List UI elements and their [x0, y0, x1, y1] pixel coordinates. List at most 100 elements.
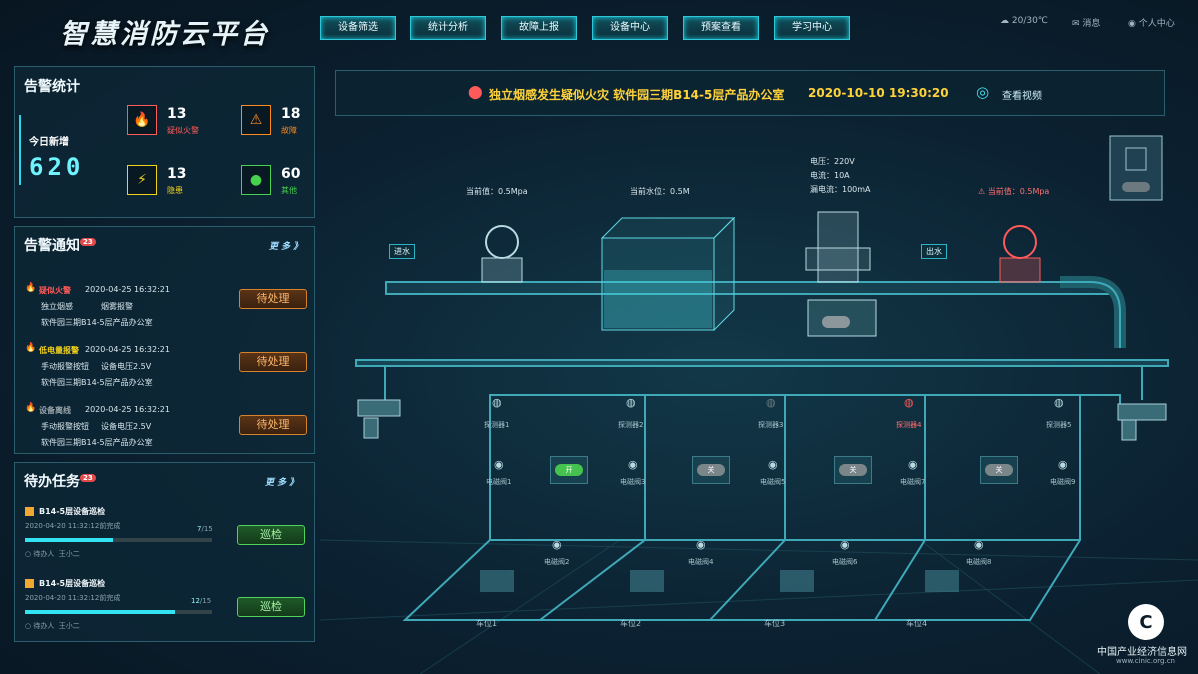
- alarm-stats-title: 告警统计: [24, 79, 80, 95]
- detector-label-0: 探测器1: [484, 421, 510, 429]
- valve-top-icon-3: ◉: [908, 458, 918, 471]
- valve-bottom-icon-2: ◉: [840, 538, 850, 551]
- control-box: [1109, 135, 1163, 201]
- stat-icon-1: ⚠: [241, 105, 271, 135]
- pressure-gauge-2-alarm: [999, 225, 1041, 283]
- stat-count-3: 60: [281, 166, 301, 182]
- nav-tab-2[interactable]: 故障上报: [501, 16, 577, 40]
- task-assignee-1: ○ 待办人 王小二: [25, 622, 80, 630]
- gauge2-value: ⚠ 当前值：0.5Mpa: [978, 187, 1050, 196]
- notice-time-0: 2020-04-25 16:32:21: [85, 285, 170, 294]
- stat-label-0: 疑似火警: [167, 126, 199, 135]
- parking-space-3: 车位4: [906, 619, 928, 628]
- task-assignee-label-1: 待办人: [33, 622, 55, 630]
- parking-space-1: 车位2: [620, 619, 642, 628]
- alarm-notice-title: 告警通知 23: [24, 235, 96, 255]
- notice-icon-2: 🔥: [25, 403, 37, 413]
- notice-detail-2: 设备电压2.5V: [101, 422, 152, 431]
- notice-location-2: 软件园三期B14-5层产品办公室: [41, 438, 153, 447]
- task-inspect-button-0[interactable]: 巡检: [237, 525, 305, 545]
- valve-switch-state-2: 关: [839, 464, 867, 476]
- alarm-notice-more-link[interactable]: 更 多 》: [269, 239, 302, 252]
- valve-bottom-icon-1: ◉: [696, 538, 706, 551]
- nav-tab-4[interactable]: 预案查看: [683, 16, 759, 40]
- accent-bar: [19, 115, 21, 185]
- task-inspect-button-1[interactable]: 巡检: [237, 597, 305, 617]
- notice-pending-button-1[interactable]: 待处理: [239, 352, 307, 372]
- user-center-link[interactable]: ◉ 个人中心: [1128, 16, 1175, 29]
- task-progress-text-0: 7/15: [197, 525, 213, 533]
- valve-switch-2[interactable]: 关: [834, 456, 872, 484]
- camera-right: [1117, 403, 1167, 441]
- detector-icon-2: ◍: [766, 396, 776, 409]
- task-icon-1: [25, 579, 34, 588]
- notice-pending-button-2[interactable]: 待处理: [239, 415, 307, 435]
- valve-bottom-label-0: 电磁阀2: [544, 558, 570, 566]
- notice-detail-0: 烟雾报警: [101, 302, 133, 311]
- notice-type-1: 低电量报警: [39, 346, 79, 355]
- task-progress-fill-0: [25, 538, 113, 542]
- task-progress-track-1: [25, 610, 212, 614]
- valve-switch-3[interactable]: 关: [980, 456, 1018, 484]
- pressure-gauge-1: [481, 225, 523, 283]
- nav-tab-1[interactable]: 统计分析: [410, 16, 486, 40]
- notice-type-0: 疑似火警: [39, 286, 71, 295]
- tasks-title: 待办任务 23: [24, 471, 96, 491]
- message-icon: ✉: [1072, 19, 1080, 29]
- stat-icon-0: 🔥: [127, 105, 157, 135]
- valve-top-label-3: 电磁阀7: [900, 478, 926, 486]
- task-progress-text-1: 12/15: [191, 597, 211, 605]
- nav-tab-3[interactable]: 设备中心: [592, 16, 668, 40]
- user-center-label: 个人中心: [1138, 19, 1175, 29]
- task-assignee-label-0: 待办人: [33, 550, 55, 558]
- task-assignee-name-1: 王小二: [58, 622, 80, 630]
- notice-icon-0: 🔥: [25, 283, 37, 293]
- alarm-notice-badge: 23: [80, 238, 96, 247]
- stat-count-1: 18: [281, 106, 301, 122]
- valve-top-icon-0: ◉: [494, 458, 504, 471]
- gauge1-value: 当前值：0.5Mpa: [466, 187, 528, 196]
- messages-link[interactable]: ✉ 消息: [1072, 16, 1100, 29]
- valve-top-label-0: 电磁阀1: [486, 478, 512, 486]
- notice-time-1: 2020-04-25 16:32:21: [85, 345, 170, 354]
- watermark-url: www.cinic.org.cn: [1116, 657, 1175, 665]
- inlet-label: 进水: [389, 244, 415, 259]
- task-name-0: B14-5层设备巡检: [39, 507, 106, 516]
- valve-switch-0[interactable]: 开: [550, 456, 588, 484]
- valve-bottom-label-3: 电磁阀8: [966, 558, 992, 566]
- valve-bottom-label-1: 电磁阀4: [688, 558, 714, 566]
- notice-type-2: 设备离线: [39, 406, 71, 415]
- valve-switch-1[interactable]: 关: [692, 456, 730, 484]
- detector-icon-0: ◍: [492, 396, 502, 409]
- valve-bottom-label-2: 电磁阀6: [832, 558, 858, 566]
- cloud-icon: ☁: [1000, 16, 1009, 26]
- today-label: 今日新增: [29, 137, 69, 148]
- valve-switch-state-0: 开: [555, 464, 583, 476]
- pump-switch[interactable]: [822, 316, 850, 328]
- detector-label-1: 探测器2: [618, 421, 644, 429]
- valve-switch-state-3: 关: [985, 464, 1013, 476]
- detector-icon-1: ◍: [626, 396, 636, 409]
- detector-icon-3: ◍: [904, 396, 914, 409]
- detector-label-2: 探测器3: [758, 421, 784, 429]
- nav-tab-0[interactable]: 设备筛选: [320, 16, 396, 40]
- tank-level: 当前水位：0.5M: [630, 187, 690, 196]
- alarm-notice-title-text: 告警通知: [24, 238, 80, 254]
- camera-left: [357, 399, 401, 439]
- tasks-more-link[interactable]: 更 多 》: [265, 475, 298, 488]
- alarm-stats-panel: 告警统计 今日新增 620 🔥 13 疑似火警 ⚠ 18 故障 ⚡ 13 隐患 ● 6…: [14, 66, 315, 218]
- notice-icon-1: 🔥: [25, 343, 37, 353]
- task-icon-0: [25, 507, 34, 516]
- pump-current: 电流：10A: [810, 171, 850, 180]
- view-video-link[interactable]: 查看视频: [1002, 87, 1042, 102]
- notice-pending-button-0[interactable]: 待处理: [239, 289, 307, 309]
- task-progress-fill-1: [25, 610, 175, 614]
- task-assignee-name-0: 王小二: [58, 550, 80, 558]
- nav-tab-5[interactable]: 学习中心: [774, 16, 850, 40]
- notice-device-0: 独立烟感: [41, 302, 73, 311]
- user-icon: ◉: [1128, 19, 1136, 29]
- parking-icons: [480, 570, 959, 592]
- valve-top-icon-2: ◉: [768, 458, 778, 471]
- water-tank: [600, 216, 736, 332]
- stat-count-2: 13: [167, 166, 187, 182]
